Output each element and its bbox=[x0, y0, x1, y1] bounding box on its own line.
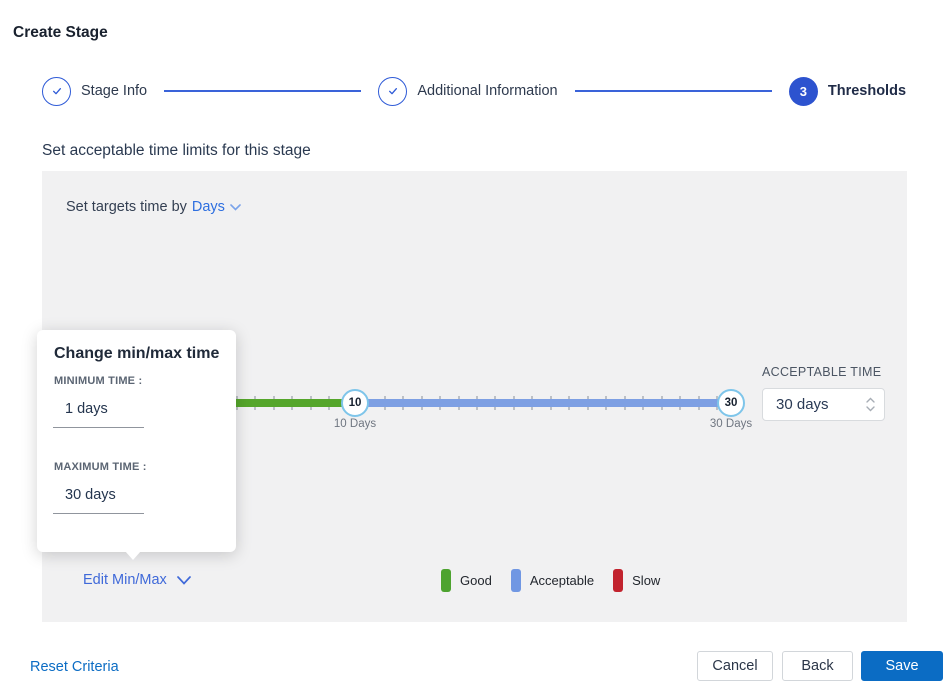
set-targets-row: Set targets time by Days bbox=[66, 199, 241, 215]
chevron-up-icon bbox=[866, 397, 875, 403]
step-label: Stage Info bbox=[81, 83, 147, 99]
stepper-arrows[interactable] bbox=[866, 389, 875, 420]
section-heading: Set acceptable time limits for this stag… bbox=[42, 142, 311, 160]
cancel-button[interactable]: Cancel bbox=[697, 651, 773, 681]
acceptable-time-value: 30 days bbox=[776, 396, 829, 413]
good-swatch bbox=[441, 569, 451, 592]
create-stage-page: Create Stage Stage Info Additional Infor… bbox=[0, 0, 947, 699]
slider-max-label: 30 Days bbox=[701, 418, 761, 430]
acceptable-time-input[interactable]: 30 days bbox=[762, 388, 885, 421]
maximum-time-input[interactable]: 30 days bbox=[65, 487, 116, 503]
popup-caret bbox=[125, 551, 141, 560]
edit-minmax-label: Edit Min/Max bbox=[83, 572, 167, 588]
reset-criteria-link[interactable]: Reset Criteria bbox=[30, 659, 119, 675]
back-button[interactable]: Back bbox=[782, 651, 853, 681]
legend-label: Good bbox=[460, 573, 492, 588]
acceptable-time-label: ACCEPTABLE TIME bbox=[762, 365, 881, 379]
minimum-time-label: MINIMUM TIME : bbox=[54, 375, 142, 387]
slow-swatch bbox=[613, 569, 623, 592]
legend-label: Slow bbox=[632, 573, 660, 588]
stepper-step-additional-information[interactable]: Additional Information bbox=[378, 77, 557, 106]
popup-title: Change min/max time bbox=[54, 345, 219, 363]
stepper-connector bbox=[164, 90, 361, 92]
step-label: Additional Information bbox=[417, 83, 557, 99]
maximum-time-label: MAXIMUM TIME : bbox=[54, 461, 147, 473]
legend-item-acceptable: Acceptable bbox=[511, 569, 594, 592]
minimum-time-input[interactable]: 1 days bbox=[65, 401, 108, 417]
chevron-down-icon bbox=[230, 204, 241, 211]
save-button[interactable]: Save bbox=[861, 651, 943, 681]
edit-minmax-link[interactable]: Edit Min/Max bbox=[83, 572, 191, 588]
legend-item-slow: Slow bbox=[613, 569, 660, 592]
chevron-down-icon bbox=[866, 406, 875, 412]
slider-track-acceptable[interactable] bbox=[355, 399, 731, 407]
slider-handle-max[interactable]: 30 bbox=[717, 389, 745, 417]
set-targets-label: Set targets time by bbox=[66, 199, 187, 215]
unit-dropdown-value: Days bbox=[192, 199, 225, 215]
unit-dropdown[interactable]: Days bbox=[192, 199, 241, 215]
acceptable-swatch bbox=[511, 569, 521, 592]
stepper-step-stage-info[interactable]: Stage Info bbox=[42, 77, 147, 106]
legend-item-good: Good bbox=[441, 569, 492, 592]
input-underline bbox=[53, 427, 144, 428]
check-circle-icon bbox=[378, 77, 407, 106]
check-circle-icon bbox=[42, 77, 71, 106]
page-title: Create Stage bbox=[13, 24, 108, 42]
slider-handle-min[interactable]: 10 bbox=[341, 389, 369, 417]
slider-legend: Good Acceptable Slow bbox=[441, 569, 679, 592]
stepper: Stage Info Additional Information 3 Thre… bbox=[42, 76, 906, 106]
change-minmax-popup: Change min/max time MINIMUM TIME : 1 day… bbox=[37, 330, 236, 552]
stepper-connector bbox=[575, 90, 772, 92]
legend-label: Acceptable bbox=[530, 573, 594, 588]
slider-min-label: 10 Days bbox=[325, 418, 385, 430]
input-underline bbox=[53, 513, 144, 514]
chevron-down-icon bbox=[177, 576, 191, 585]
stepper-step-thresholds[interactable]: 3 Thresholds bbox=[789, 77, 906, 106]
step-number-badge: 3 bbox=[789, 77, 818, 106]
step-label: Thresholds bbox=[828, 83, 906, 99]
